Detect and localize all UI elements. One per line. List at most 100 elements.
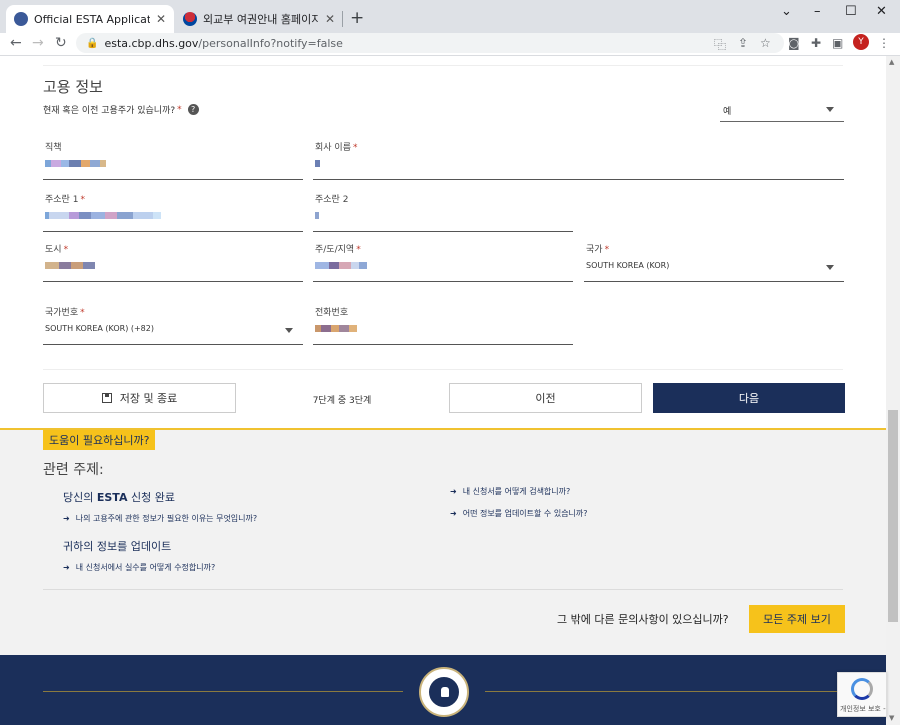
employer-question: 현재 혹은 이전 고용주가 있습니까? * ? [43,103,199,116]
topic-group-complete-esta: 당신의 ESTA 신청 완료 [63,491,175,504]
arrow-right-icon: ➜ [450,509,457,518]
field-label: 회사 이름 * [315,143,358,153]
other-questions-text: 그 밖에 다른 문의사항이 있으십니까? [557,613,729,626]
page-content: 고용 정보 현재 혹은 이전 고용주가 있습니까? * ? 예 직책 회사 이름… [0,56,886,725]
profile-avatar[interactable]: Y [853,34,869,50]
help-section: 도움이 필요하십니까? 관련 주제: 당신의 ESTA 신청 완료 ➜ 나의 고용… [0,428,886,655]
browser-tab-esta[interactable]: Official ESTA Application Websi ✕ [6,5,174,33]
dhs-seal-icon [419,667,469,717]
minimize-icon[interactable]: – [814,4,821,19]
has-employer-select[interactable]: 예 [720,97,844,122]
help-divider [43,589,843,590]
field-label: 주소란 1 * [45,195,85,205]
bookmark-star-icon[interactable]: ☆ [760,36,771,50]
phone-field[interactable]: 전화번호 [313,305,573,345]
address-bar[interactable]: 🔒 esta.cbp.dhs.gov /personalInfo?notify=… [76,33,784,53]
scrollbar-track[interactable] [886,56,900,725]
top-divider [43,65,843,66]
field-label: 국가 * [586,245,610,255]
field-label: 국가번호 * [45,308,85,318]
back-icon[interactable]: ← [10,35,22,51]
recaptcha-privacy-text: 개인정보 보호 - [840,705,886,713]
country-value: SOUTH KOREA (KOR) [586,261,670,270]
save-and-exit-button[interactable]: 저장 및 종료 [43,383,236,413]
extensions-icon[interactable]: ✚ [811,36,821,50]
translate-icon[interactable]: ⿻ [714,36,726,53]
recaptcha-badge[interactable]: 개인정보 보호 - [837,672,887,717]
tab-search-icon[interactable]: ⌄ [781,4,792,19]
chevron-down-icon [826,107,834,112]
footer-rule-left [43,691,403,692]
korea-flag-favicon-icon [183,12,197,26]
state-field[interactable]: 주/도/지역 * [313,242,573,282]
tab-title: Official ESTA Application Websi [34,12,150,26]
arrow-right-icon: ➜ [63,514,70,523]
close-window-icon[interactable]: ✕ [876,4,887,19]
redacted-value [315,211,319,220]
address-line-2-field[interactable]: 주소란 2 [313,192,573,232]
chevron-down-icon [285,328,293,333]
field-label: 주소란 2 [315,195,349,205]
city-field[interactable]: 도시 * [43,242,303,282]
close-tab-icon[interactable]: ✕ [156,12,166,26]
footer [0,655,886,725]
question-label: 현재 혹은 이전 고용주가 있습니까? [43,106,176,116]
arrow-right-icon: ➜ [63,563,70,572]
country-code-value: SOUTH KOREA (KOR) (+82) [45,324,154,333]
section-title: 고용 정보 [43,78,103,96]
save-label: 저장 및 종료 [119,392,178,405]
recaptcha-logo-icon [851,678,873,700]
scroll-up-icon[interactable]: ▲ [889,58,894,66]
forward-icon[interactable]: → [32,35,44,51]
field-label: 도시 * [45,245,69,255]
reload-icon[interactable]: ↻ [55,35,67,51]
form-divider [43,369,843,370]
related-topics-title: 관련 주제: [43,462,104,478]
select-value: 예 [723,107,732,117]
country-code-select[interactable]: 국가번호 * SOUTH KOREA (KOR) (+82) [43,305,303,345]
topic-link-employer-info[interactable]: ➜ 나의 고용주에 관한 정보가 필요한 이유는 무엇입니까? [63,513,257,524]
redacted-value [45,159,106,168]
previous-button[interactable]: 이전 [449,383,642,413]
url-path: /personalInfo?notify=false [198,36,343,50]
step-indicator: 7단계 중 3단계 [312,396,372,406]
browser-tab-mofa[interactable]: 외교부 여권안내 홈페이지 ✕ [175,5,343,33]
field-label: 전화번호 [315,308,349,318]
redacted-value [315,261,367,270]
save-disk-icon [101,393,112,403]
scrollbar-thumb[interactable] [888,410,898,622]
redacted-value [45,261,95,270]
redacted-value [315,159,320,168]
side-panel-icon[interactable]: ▣ [832,36,843,50]
view-all-topics-button[interactable]: 모든 주제 보기 [749,605,845,633]
required-marker: * [177,104,182,115]
camera-icon[interactable]: ◙ [788,36,800,50]
tab-title: 외교부 여권안내 홈페이지 [203,13,319,26]
arrow-right-icon: ➜ [450,487,457,496]
redacted-value [315,324,357,333]
field-label: 주/도/지역 * [315,245,361,255]
redacted-value [45,211,161,220]
topic-link-search-application[interactable]: ➜ 내 신청서를 어떻게 검색합니까? [450,486,570,497]
url-host: esta.cbp.dhs.gov [104,36,199,50]
company-name-field[interactable]: 회사 이름 * [313,140,844,180]
topic-link-updatable-info[interactable]: ➜ 어떤 정보를 업데이트할 수 있습니까? [450,508,588,519]
share-icon[interactable]: ⇪ [738,36,748,50]
country-select[interactable]: 국가 * SOUTH KOREA (KOR) [584,242,844,282]
menu-icon[interactable]: ⋮ [878,36,890,50]
chevron-down-icon [826,265,834,270]
close-tab-icon[interactable]: ✕ [325,12,335,26]
next-label: 다음 [738,392,760,405]
job-title-field[interactable]: 직책 [43,140,303,180]
address-line-1-field[interactable]: 주소란 1 * [43,192,303,232]
maximize-icon[interactable]: ☐ [845,4,857,19]
new-tab-icon[interactable]: + [350,8,364,28]
footer-rule-right [485,691,845,692]
next-button[interactable]: 다음 [653,383,845,413]
help-question-icon[interactable]: ? [187,104,199,115]
browser-toolbar: ← → ↻ 🔒 esta.cbp.dhs.gov /personalInfo?n… [0,33,900,55]
browser-tab-bar: Official ESTA Application Websi ✕ 외교부 여권… [0,0,900,33]
topic-link-fix-mistake[interactable]: ➜ 내 신청서에서 실수를 어떻게 수정합니까? [63,562,215,573]
topic-group-update-info: 귀하의 정보를 업데이트 [63,540,172,553]
scroll-down-icon[interactable]: ▼ [889,714,894,722]
